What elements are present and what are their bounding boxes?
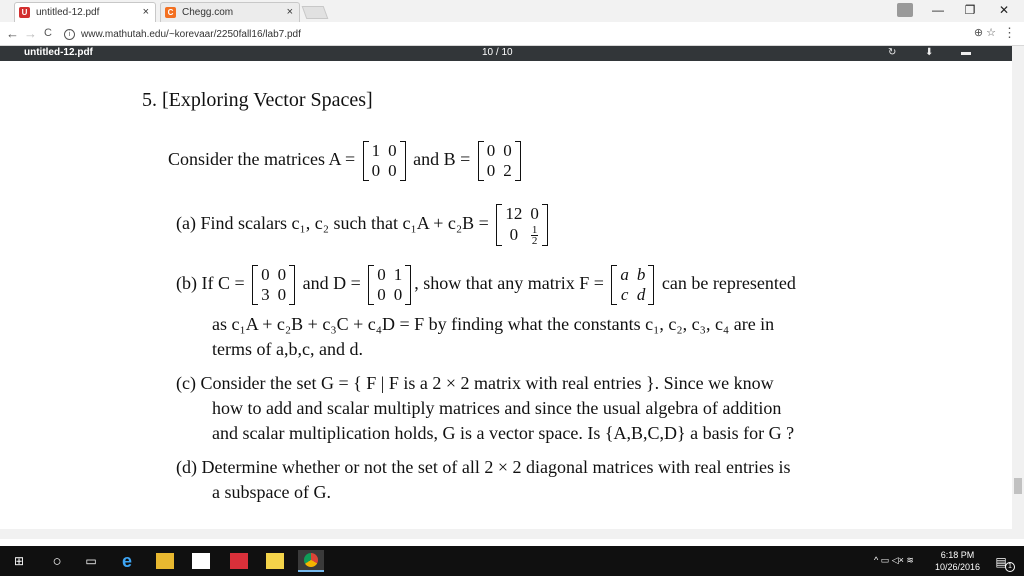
matrix-cell: 0 — [503, 141, 512, 160]
matrix-cell: 0 — [277, 285, 287, 304]
store-icon[interactable] — [192, 553, 210, 569]
matrix-cell: 1 — [393, 265, 403, 284]
matrix-cell: 0 — [371, 161, 381, 180]
frac-denominator: 2 — [531, 234, 538, 247]
clock-time: 6:18 PM — [940, 550, 975, 560]
edge-icon[interactable]: e — [118, 551, 136, 571]
zoom-bookmark-icons[interactable]: ⊕ ☆ — [974, 26, 996, 39]
matrix-d: 01 00 — [368, 265, 412, 305]
browser-toolbar: ← → C i www.mathutah.edu/~korevaar/2250f… — [0, 22, 1024, 46]
tab-pdf[interactable]: U untitled-12.pdf × — [14, 2, 156, 22]
part-c-line3: and scalar multiplication holds, G is a … — [212, 423, 795, 443]
intro-text: Consider the matrices A = — [168, 149, 356, 170]
matrix-cell: a — [620, 265, 629, 284]
part-d-line1: (d) Determine whether or not the set of … — [176, 457, 791, 477]
print-icon[interactable]: ▬ — [961, 47, 971, 58]
clock-date: 10/26/2016 — [934, 562, 980, 572]
notification-count-badge: 1 — [1005, 562, 1015, 572]
tab-chegg-title: Chegg.com — [182, 7, 234, 18]
back-button[interactable]: ← — [6, 26, 19, 41]
matrix-cell: 0 — [377, 265, 386, 284]
pdf-favicon-icon: U — [19, 7, 30, 18]
search-icon[interactable]: ○ — [48, 553, 66, 570]
matrix-cell: 0 — [530, 204, 539, 223]
matrix-cell: 0 — [393, 285, 403, 304]
part-b-line2: as c₁A + c₂B + c₃C + c₄D = F by finding … — [212, 314, 775, 334]
url-text: www.mathutah.edu/~korevaar/2250fall16/la… — [81, 28, 301, 40]
problem-title: 5. [Exploring Vector Spaces] — [142, 89, 373, 111]
tab-strip: U untitled-12.pdf × C Chegg.com × — ❐ ✕ — [0, 0, 1024, 22]
chrome-icon — [304, 553, 318, 567]
matrix-cell: 0 — [261, 265, 270, 284]
vertical-scrollbar[interactable] — [1012, 46, 1024, 539]
pdf-file-name: untitled-12.pdf — [24, 47, 93, 58]
new-tab-button[interactable] — [301, 6, 329, 19]
matrix-cell: 0 — [509, 224, 519, 244]
close-window-button[interactable]: ✕ — [994, 3, 1014, 17]
part-a-text: (a) Find scalars c₁, c₂ such that c₁A + … — [176, 212, 489, 233]
restore-button[interactable]: ❐ — [960, 3, 980, 17]
profile-icon[interactable] — [897, 3, 913, 17]
matrix-f: ab cd — [611, 265, 655, 305]
matrix-cell: 0 — [277, 265, 287, 284]
download-icon[interactable]: ⬇ — [925, 47, 933, 58]
matrix-c: 00 30 — [252, 265, 296, 305]
windows-taskbar: ⊞ ○ ▭ e ^ ▭ ◁× ≋ 6:18 PM 10/26/2016 ▤ 1 — [0, 546, 1024, 576]
mail-icon[interactable] — [230, 553, 248, 569]
part-a: (a) Find scalars c₁, c₂ such that c₁A + … — [176, 204, 551, 246]
info-icon[interactable]: i — [64, 28, 75, 40]
matrix-b: 00 02 — [477, 141, 521, 181]
and-d-text: and D = — [302, 273, 361, 294]
address-bar[interactable]: i www.mathutah.edu/~korevaar/2250fall16/… — [64, 25, 1000, 43]
matrix-cell: b — [636, 265, 646, 284]
part-b-line3: terms of a,b,c, and d. — [212, 339, 363, 359]
part-d-line2: a subspace of G. — [212, 482, 331, 502]
reload-button[interactable]: C — [44, 27, 52, 39]
matrix-cell: 0 — [486, 141, 496, 160]
clock[interactable]: 6:18 PM 10/26/2016 — [935, 549, 980, 573]
start-button[interactable]: ⊞ — [10, 553, 28, 569]
matrix-a-target: 12 0 0 12 — [496, 204, 548, 246]
horizontal-scrollbar[interactable] — [0, 529, 1012, 539]
close-tab-icon[interactable]: × — [143, 6, 149, 18]
task-view-icon[interactable]: ▭ — [82, 553, 100, 569]
matrix-cell: 2 — [503, 161, 512, 180]
matrix-cell: 0 — [388, 141, 397, 160]
chegg-favicon-icon: C — [165, 7, 176, 18]
scroll-thumb[interactable] — [1014, 478, 1022, 494]
pdf-page: 5. [Exploring Vector Spaces] Consider th… — [0, 61, 1012, 539]
pdf-toolbar: untitled-12.pdf 10 / 10 ↻ ⬇ ▬ — [0, 46, 1024, 61]
part-b-lead: (b) If C = — [176, 273, 245, 294]
close-tab-icon[interactable]: × — [287, 6, 293, 18]
can-be-text: can be represented — [661, 273, 796, 294]
minimize-button[interactable]: — — [928, 3, 948, 17]
matrix-cell: 1 — [371, 141, 381, 160]
and-b-text: and B = — [413, 149, 471, 170]
matrix-cell: d — [636, 285, 646, 304]
part-b-line1: (b) If C = 00 30 and D = 01 00 , show th… — [176, 265, 796, 305]
file-explorer-icon[interactable] — [156, 553, 174, 569]
rotate-icon[interactable]: ↻ — [888, 47, 896, 58]
matrix-cell: 0 — [486, 161, 496, 180]
matrix-cell: 3 — [261, 285, 270, 304]
matrices-intro: Consider the matrices A = 10 00 and B = … — [168, 141, 524, 181]
show-text: , show that any matrix F = — [414, 273, 604, 294]
tab-pdf-title: untitled-12.pdf — [36, 7, 100, 18]
part-c-line2: how to add and scalar multiply matrices … — [212, 398, 782, 418]
chrome-taskbar-item[interactable] — [298, 550, 324, 572]
menu-icon[interactable]: ⋮ — [1003, 25, 1016, 41]
fraction-half: 12 — [530, 223, 539, 247]
matrix-a: 10 00 — [362, 141, 406, 181]
tab-chegg[interactable]: C Chegg.com × — [160, 2, 300, 22]
frac-numerator: 1 — [530, 223, 539, 236]
part-c-line1: (c) Consider the set G = { F | F is a 2 … — [176, 373, 774, 393]
matrix-cell: 0 — [388, 161, 397, 180]
matrix-cell: 0 — [377, 285, 386, 304]
forward-button[interactable]: → — [24, 26, 37, 41]
matrix-cell: 12 — [505, 204, 523, 223]
page-indicator[interactable]: 10 / 10 — [482, 47, 513, 58]
matrix-cell: c — [620, 285, 629, 304]
system-tray-icons[interactable]: ^ ▭ ◁× ≋ — [874, 555, 914, 566]
sticky-notes-icon[interactable] — [266, 553, 284, 569]
